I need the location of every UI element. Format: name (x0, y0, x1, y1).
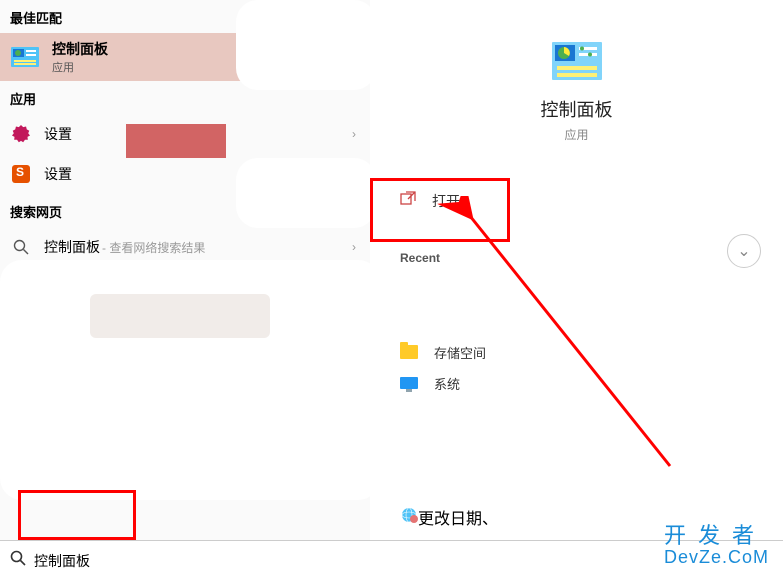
search-input[interactable] (34, 553, 334, 569)
recent-item-storage[interactable]: 存储空间 (370, 337, 783, 368)
recent-label: 存储空间 (434, 343, 486, 362)
chevron-right-icon: › (352, 240, 356, 254)
brand-en: DevZe.CoM (664, 548, 769, 568)
folder-icon (400, 345, 420, 361)
search-results-panel: 最佳匹配 控制面板 应用 应用 设置 › 设置 › 搜索网页 (0, 0, 370, 540)
watermark-brand: 开发者 DevZe.CoM (664, 524, 769, 568)
best-match-sub: 应用 (52, 59, 108, 75)
app-label: 设置 (44, 164, 72, 184)
control-panel-large-icon (552, 40, 602, 82)
search-icon (10, 236, 32, 258)
sogou-icon (10, 163, 32, 185)
recent-header: Recent (400, 251, 783, 265)
brand-cn: 开发者 (664, 524, 769, 548)
detail-sub: 应用 (370, 126, 783, 143)
decoration (90, 294, 270, 338)
watermark (126, 124, 226, 158)
gear-icon (10, 123, 32, 145)
open-label: 打开 (432, 191, 460, 211)
recent-label: 系统 (434, 374, 460, 393)
web-hint: - 查看网络搜索结果 (102, 239, 205, 256)
app-label: 设置 (44, 124, 72, 144)
control-panel-icon (8, 40, 42, 74)
open-action[interactable]: 打开 (400, 183, 783, 219)
chevron-down-icon: ⌄ (737, 241, 750, 261)
detail-title: 控制面板 (370, 96, 783, 122)
web-label: 控制面板 (44, 237, 100, 257)
recent-item-system[interactable]: 系统 (370, 368, 783, 399)
decoration (236, 0, 376, 90)
decoration (400, 270, 630, 338)
open-icon (400, 191, 416, 212)
expand-button[interactable]: ⌄ (727, 234, 761, 268)
recent-label: 更改日期、 (418, 505, 498, 529)
decoration (236, 158, 376, 228)
search-icon (10, 550, 26, 571)
chevron-right-icon: › (352, 127, 356, 141)
best-match-title: 控制面板 (52, 39, 108, 59)
monitor-icon (400, 376, 420, 392)
globe-icon (400, 506, 418, 529)
